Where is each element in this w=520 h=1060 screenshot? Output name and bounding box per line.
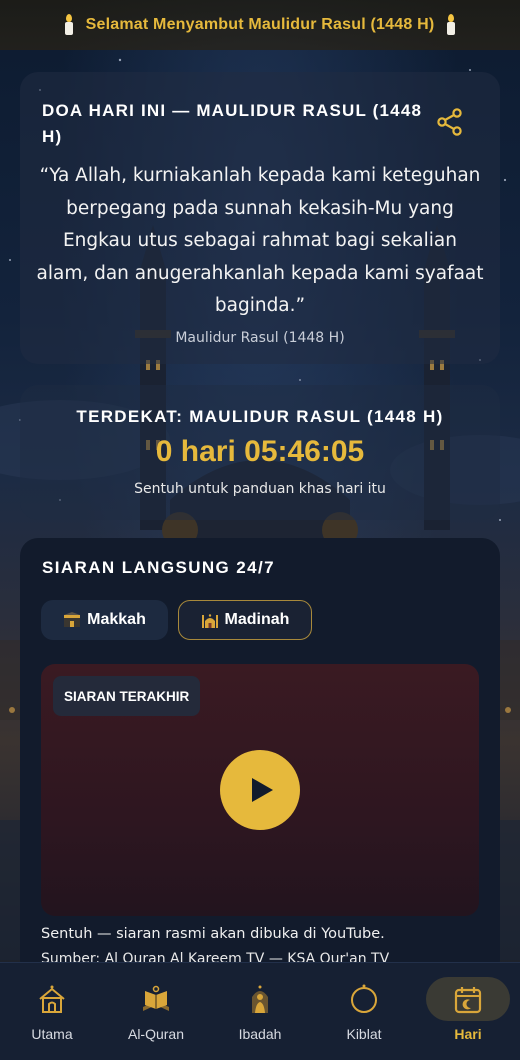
countdown-card[interactable]: TERDEKAT: MAULIDUR RASUL (1448 H) 0 hari… [20,385,500,520]
countdown-timer: 0 hari 05:46:05 [155,435,365,468]
nav-label-kiblat: Kiblat [346,1026,382,1042]
tab-makkah[interactable]: Makkah [41,600,168,640]
last-stream-badge: SIARAN TERAKHIR [53,676,201,716]
calendar-icon [454,987,482,1014]
nav-label-utama: Utama [31,1026,73,1042]
nav-label-hari: Hari [454,1026,482,1042]
nav-item-kiblat[interactable]: Kiblat [312,963,416,1060]
daily-prayer-card: DOA HARI INI — MAULIDUR RASUL (1448 H) “… [20,72,500,364]
banner-title: Selamat Menyambut Maulidur Rasul (1448 H… [85,16,435,33]
daily-prayer-heading: DOA HARI INI — MAULIDUR RASUL (1448 H) [42,101,423,146]
tab-madinah-label: Madinah [224,611,290,628]
countdown-label: TERDEKAT: MAULIDUR RASUL (1448 H) [76,407,444,426]
tab-makkah-label: Makkah [87,611,146,628]
quran-icon [143,985,169,1011]
nav-item-ibadah[interactable]: Ibadah [208,963,312,1060]
bottom-navigation: Utama Al-Quran Ibadah Kiblat Hari [0,962,520,1060]
kaaba-icon [64,612,81,627]
share-icon[interactable] [436,108,464,136]
live-stream-heading: SIARAN LANGSUNG 24/7 [42,558,275,577]
prayer-icon [252,985,268,1013]
tab-madinah[interactable]: Madinah [178,600,312,640]
video-player[interactable]: SIARAN TERAKHIR [41,664,479,916]
candle-icon [62,14,76,36]
home-icon [39,985,65,1013]
nav-label-al-quran: Al-Quran [127,1026,185,1042]
countdown-hint: Sentuh untuk panduan khas hari itu [134,481,386,497]
compass-icon [351,984,377,1013]
nav-item-al-quran[interactable]: Al-Quran [104,963,208,1060]
mosque-icon [201,614,218,628]
prayer-source: Maulidur Rasul (1448 H) [175,330,345,346]
nav-label-ibadah: Ibadah [238,1026,282,1042]
prayer-text: “Ya Allah, kurniakanlah kepada kami kete… [36,165,484,316]
nav-item-hari[interactable]: Hari [416,963,520,1060]
youtube-note: Sentuh — siaran rasmi akan dibuka di You… [41,926,385,942]
nav-item-utama[interactable]: Utama [0,963,104,1060]
greeting-banner: Selamat Menyambut Maulidur Rasul (1448 H… [0,0,520,50]
play-icon [252,778,273,802]
candle-icon [444,14,458,36]
play-button[interactable] [220,750,300,830]
live-stream-card: SIARAN LANGSUNG 24/7 Makkah Madinah SIAR… [20,538,500,978]
